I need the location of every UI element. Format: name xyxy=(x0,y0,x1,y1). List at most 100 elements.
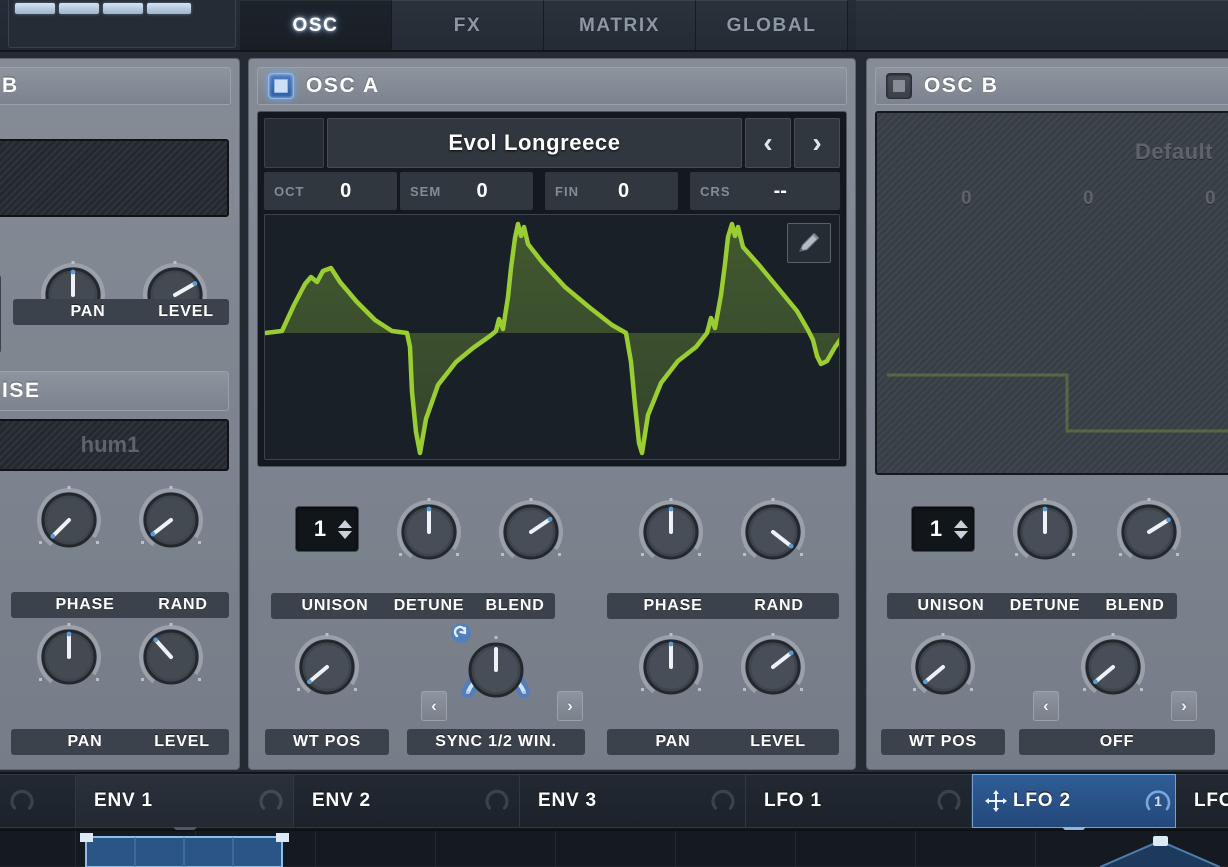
knob-noise-pan[interactable] xyxy=(33,621,105,693)
osc-a-display-box: Evol Longreece ‹ › OCT 0 SEM 0 FIN 0 CRS… xyxy=(257,111,847,467)
bottom-tab-partial-left[interactable] xyxy=(0,774,76,828)
bottom-tab-lfo-3[interactable]: LFO xyxy=(1176,774,1228,828)
move-handle-icon[interactable] xyxy=(983,789,1009,813)
knob-noise-rand[interactable] xyxy=(135,484,207,556)
knob-osc-a-wtpos[interactable] xyxy=(291,631,363,703)
pencil-icon[interactable] xyxy=(787,223,831,263)
tab-osc[interactable]: OSC xyxy=(240,0,392,50)
knob-arc-icon-env-3 xyxy=(701,786,745,816)
label-noise-phase: PHASE xyxy=(55,596,115,613)
top-tab-bar: OSC FX MATRIX GLOBAL xyxy=(0,0,1228,52)
osc-a-labels-row1-right: PHASE RAND xyxy=(607,593,839,619)
knob-osc-a-pan[interactable] xyxy=(635,631,707,703)
sub-osc-wave-display[interactable] xyxy=(0,139,229,217)
knob-osc-a-detune[interactable] xyxy=(393,496,465,568)
lfo-2-mod-count-badge: 1 xyxy=(1141,784,1175,818)
osc-a-pitch-row: OCT 0 SEM 0 FIN 0 CRS -- xyxy=(264,172,841,210)
noise-knob-labels-row2: PAN LEVEL xyxy=(11,729,229,755)
label-sub-pan: PAN xyxy=(70,303,106,320)
noise-panel-title: ISE xyxy=(2,379,41,402)
noise-knob-labels-row1: PHASE RAND xyxy=(11,592,229,618)
osc-b-unison-arrows[interactable] xyxy=(954,519,968,539)
osc-b-panel: OSC B Default 0 0 0 1 UNISON DETUNE BLEN… xyxy=(866,58,1228,770)
plugin-window: OSC FX MATRIX GLOBAL B DIRECT OUT xyxy=(0,0,1228,867)
knob-arc-icon-env-1 xyxy=(249,786,293,816)
pitch-gap-2 xyxy=(681,172,687,210)
osc-b-warp-next-button[interactable]: › xyxy=(1171,691,1197,721)
bottom-tab-env-3[interactable]: ENV 3 xyxy=(520,774,746,828)
osc-a-next-button[interactable]: › xyxy=(794,118,840,168)
knob-noise-level[interactable] xyxy=(135,621,207,693)
bottom-tab-lfo-3-label: LFO xyxy=(1194,790,1228,811)
knob-osc-b-detune[interactable] xyxy=(1009,496,1081,568)
knob-arc-icon-env-2 xyxy=(475,786,519,816)
sub-osc-slider[interactable] xyxy=(0,274,1,354)
sub-osc-panel: B DIRECT OUT xyxy=(0,58,240,770)
osc-a-oct-value: 0 xyxy=(340,179,352,202)
toolbar-slot-3[interactable] xyxy=(103,3,143,14)
osc-a-unison-arrows[interactable] xyxy=(338,519,352,539)
osc-a-menu-pad[interactable] xyxy=(264,118,324,168)
bottom-tab-lfo-2[interactable]: LFO 2 1 xyxy=(972,774,1176,840)
osc-b-enable-checkbox[interactable] xyxy=(886,73,912,99)
toolbar-strip[interactable] xyxy=(8,0,236,48)
osc-a-crs-value: -- xyxy=(773,179,787,202)
bottom-tab-env-2[interactable]: ENV 2 xyxy=(294,774,520,828)
osc-a-sync-next-button[interactable]: › xyxy=(557,691,583,721)
label-osc-a-detune: DETUNE xyxy=(393,597,465,614)
label-osc-b-wtpos: WT POS xyxy=(881,729,1005,755)
label-noise-rand: RAND xyxy=(158,596,208,613)
noise-sample-selector[interactable]: hum1 xyxy=(0,419,229,471)
toolbar-slot-1[interactable] xyxy=(15,3,55,14)
tab-matrix[interactable]: MATRIX xyxy=(544,0,696,50)
knob-osc-b-wtpos[interactable] xyxy=(907,631,979,703)
knob-osc-a-blend[interactable] xyxy=(495,496,567,568)
osc-a-sync-prev-button[interactable]: ‹ xyxy=(421,691,447,721)
knob-osc-b-blend[interactable] xyxy=(1113,496,1185,568)
osc-a-header: OSC A xyxy=(257,67,847,105)
modulation-graph-strip[interactable] xyxy=(0,830,1228,867)
noise-panel-header: ISE xyxy=(0,371,229,411)
bottom-tab-lfo-1[interactable]: LFO 1 xyxy=(746,774,972,828)
osc-a-enable-checkbox[interactable] xyxy=(268,73,294,99)
osc-b-waveform-chart xyxy=(887,373,1228,433)
osc-a-fin-field[interactable]: FIN 0 xyxy=(545,172,679,210)
osc-a-unison-value: 1 xyxy=(313,516,327,541)
knob-noise-phase[interactable] xyxy=(33,484,105,556)
toolbar-slot-4[interactable] xyxy=(147,3,191,14)
label-osc-a-unison: UNISON xyxy=(301,597,369,614)
knob-osc-b-warp[interactable] xyxy=(1077,631,1149,703)
knob-osc-a-level[interactable] xyxy=(737,631,809,703)
osc-a-wavetable-name[interactable]: Evol Longreece xyxy=(327,118,742,168)
pitch-gap xyxy=(536,172,542,210)
knob-arc-icon-lfo-1 xyxy=(927,786,971,816)
osc-b-warp-prev-button[interactable]: ‹ xyxy=(1033,691,1059,721)
osc-a-prev-button[interactable]: ‹ xyxy=(745,118,791,168)
bottom-tab-env-1-label: ENV 1 xyxy=(94,790,153,811)
bottom-tab-env-1[interactable]: ENV 1 xyxy=(76,774,294,840)
label-noise-pan: PAN xyxy=(67,733,103,750)
osc-a-crs-field[interactable]: CRS -- xyxy=(690,172,841,210)
tab-fx[interactable]: FX xyxy=(392,0,544,50)
osc-b-unison-stepper[interactable]: 1 xyxy=(911,506,975,552)
osc-a-panel: OSC A Evol Longreece ‹ › OCT 0 SEM 0 FIN… xyxy=(248,58,856,770)
knob-osc-a-phase[interactable] xyxy=(635,496,707,568)
toolbar-slot-2[interactable] xyxy=(59,3,99,14)
tab-global[interactable]: GLOBAL xyxy=(696,0,848,50)
label-osc-a-pan: PAN xyxy=(655,733,691,750)
osc-a-crs-label: CRS xyxy=(700,183,731,199)
label-noise-level: LEVEL xyxy=(154,733,210,750)
osc-a-wavetable-row: Evol Longreece ‹ › xyxy=(264,118,840,168)
label-osc-b-blend: BLEND xyxy=(1105,597,1165,614)
osc-b-display-disabled[interactable]: Default 0 0 0 xyxy=(875,111,1228,475)
osc-a-waveform-display[interactable] xyxy=(264,214,840,460)
osc-a-oct-field[interactable]: OCT 0 xyxy=(264,172,398,210)
knob-osc-a-rand[interactable] xyxy=(737,496,809,568)
bottom-tab-env-3-label: ENV 3 xyxy=(538,790,597,811)
label-osc-b-unison: UNISON xyxy=(917,597,985,614)
osc-a-unison-stepper[interactable]: 1 xyxy=(295,506,359,552)
osc-a-sem-field[interactable]: SEM 0 xyxy=(400,172,534,210)
modulation-link-icon[interactable] xyxy=(449,621,473,645)
label-osc-b-detune: DETUNE xyxy=(1009,597,1081,614)
noise-sample-name: hum1 xyxy=(80,432,140,457)
